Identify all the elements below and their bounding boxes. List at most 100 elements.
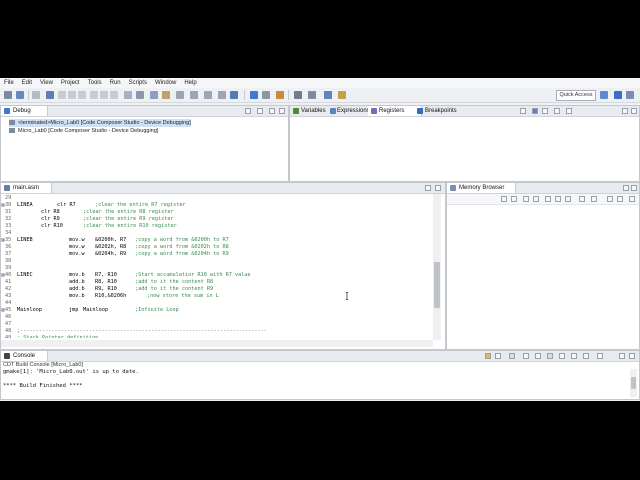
debug-session[interactable]: Micro_Lab0 [Code Composer Studio - Devic… xyxy=(9,127,158,135)
step-return-icon[interactable] xyxy=(110,91,118,99)
code-line[interactable]: 43 mov.b R10,&0206h ;now store the sum in L xyxy=(1,293,431,300)
open-type-icon[interactable] xyxy=(308,91,316,99)
maximize-icon[interactable] xyxy=(435,185,441,191)
copy-icon[interactable] xyxy=(559,353,565,359)
editor-scrollbar-thumb[interactable] xyxy=(434,262,440,308)
clear-console-icon[interactable] xyxy=(485,353,491,359)
connect-icon[interactable] xyxy=(150,91,158,99)
code-line[interactable]: 33 clr R10 ;clear the entire R10 register xyxy=(1,223,431,230)
minimize-icon[interactable] xyxy=(619,353,625,359)
debug-perspective-icon[interactable] xyxy=(614,91,622,99)
debug-session-terminated[interactable]: <terminated>Micro_Lab0 [Code Composer St… xyxy=(9,119,191,127)
code-editor[interactable]: 29 30 LINEA clr R7 ;clear the entire R7 regi… xyxy=(1,194,431,338)
collapse-all-icon[interactable] xyxy=(554,108,560,114)
view-menu-icon[interactable] xyxy=(591,196,597,202)
new-icon[interactable] xyxy=(4,91,12,99)
refresh-icon[interactable] xyxy=(230,91,238,99)
debug-dropdown-icon[interactable] xyxy=(262,91,270,99)
minimize-icon[interactable] xyxy=(269,108,275,114)
reset-icon[interactable] xyxy=(136,91,144,99)
build-icon[interactable] xyxy=(276,91,284,99)
menu-window[interactable]: Window xyxy=(151,80,180,86)
refresh-icon[interactable] xyxy=(579,196,585,202)
format-icon[interactable] xyxy=(542,108,548,114)
terminate-icon[interactable] xyxy=(78,91,86,99)
print-icon[interactable] xyxy=(32,91,40,99)
suspend-icon[interactable] xyxy=(68,91,76,99)
debug-config-icon[interactable] xyxy=(46,91,54,99)
word-wrap-icon[interactable] xyxy=(509,353,515,359)
step-over-icon[interactable] xyxy=(100,91,108,99)
load-memory-icon[interactable] xyxy=(555,196,561,202)
minimize-icon[interactable] xyxy=(623,185,629,191)
save-icon[interactable] xyxy=(16,91,24,99)
console-scrollbar-thumb[interactable] xyxy=(631,377,636,389)
new-group-icon[interactable] xyxy=(520,108,526,114)
maximize-icon[interactable] xyxy=(629,353,635,359)
code-line[interactable]: 35 LINEB mov.w &0200h, R7 ;copy a word from … xyxy=(1,237,431,244)
annotation-icon[interactable] xyxy=(338,91,346,99)
code-line[interactable]: 29 xyxy=(1,195,431,202)
quick-access-input[interactable]: Quick Access xyxy=(556,90,596,101)
export-dropdown-icon[interactable] xyxy=(533,196,539,202)
code-line[interactable]: 45 Mainloop jmp Mainloop ;Infinite Loop xyxy=(1,307,431,314)
menu-file[interactable]: File xyxy=(0,80,18,86)
code-line[interactable]: 48 ;-------------------------------------… xyxy=(1,328,431,335)
tab-expressions[interactable]: Expressions xyxy=(337,106,370,116)
console-scrollbar[interactable] xyxy=(630,369,637,397)
code-line[interactable]: 32 clr R9 ;clear the entire R9 register xyxy=(1,216,431,223)
code-line[interactable]: 41 add.b R8, R10 ;add to it the content R8 xyxy=(1,279,431,286)
layout-icon[interactable] xyxy=(532,108,538,114)
menu-run[interactable]: Run xyxy=(106,80,125,86)
edit-perspective-icon[interactable] xyxy=(626,91,634,99)
menu-scripts[interactable]: Scripts xyxy=(125,80,151,86)
code-line[interactable]: 49 ; Stack Pointer definition xyxy=(1,335,431,338)
menu-icon[interactable] xyxy=(617,196,623,202)
restart-icon[interactable] xyxy=(124,91,132,99)
tab-breakpoints[interactable]: Breakpoints xyxy=(425,106,457,116)
open-console-icon[interactable] xyxy=(597,353,603,359)
code-line[interactable]: 42 add.b R9, R10 ;add to it the content R9 xyxy=(1,286,431,293)
load-program-icon[interactable] xyxy=(162,91,170,99)
registers-icon[interactable] xyxy=(190,91,198,99)
minimize-icon[interactable] xyxy=(622,108,628,114)
pin-console-icon[interactable] xyxy=(523,353,529,359)
pin-icon[interactable] xyxy=(607,196,613,202)
code-line[interactable]: 30 LINEA clr R7 ;clear the entire R7 regist… xyxy=(1,202,431,209)
export-icon[interactable] xyxy=(523,196,529,202)
code-line[interactable]: 31 clr R8 ;clear the entire R8 register xyxy=(1,209,431,216)
tab-variables[interactable]: Variables xyxy=(301,106,326,116)
code-line[interactable]: 37 mov.w &0204h, R9 ;copy a word from &0204… xyxy=(1,251,431,258)
tab-debug[interactable]: Debug xyxy=(1,106,48,116)
code-line[interactable]: 34 xyxy=(1,230,431,237)
minimize-icon[interactable] xyxy=(425,185,431,191)
fill-memory-icon[interactable] xyxy=(565,196,571,202)
collapse-icon[interactable] xyxy=(245,108,251,114)
code-line[interactable]: 47 xyxy=(1,321,431,328)
perspective-icon[interactable] xyxy=(600,91,608,99)
search-icon[interactable] xyxy=(294,91,302,99)
scroll-lock-icon[interactable] xyxy=(495,353,501,359)
tab-main-asm[interactable]: main.asm xyxy=(1,183,52,193)
navigate-icon[interactable] xyxy=(324,91,332,99)
code-line[interactable]: 46 xyxy=(1,314,431,321)
editor-hscrollbar[interactable] xyxy=(1,340,433,347)
code-line[interactable]: 36 mov.w &0202h, R8 ;copy a word from &0202… xyxy=(1,244,431,251)
menu-tools[interactable]: Tools xyxy=(84,80,106,86)
editor-scrollbar[interactable] xyxy=(433,194,441,340)
new-tab-icon[interactable] xyxy=(501,196,507,202)
memory-icon[interactable] xyxy=(176,91,184,99)
display-console-icon[interactable] xyxy=(571,353,577,359)
menu-edit[interactable]: Edit xyxy=(18,80,36,86)
menu-help[interactable]: Help xyxy=(180,80,200,86)
code-line[interactable]: 40 LINEC mov.b R7, R10 ;Start accumulatior R… xyxy=(1,272,431,279)
view-menu-icon[interactable] xyxy=(257,108,263,114)
import-icon[interactable] xyxy=(511,196,517,202)
new-console-icon[interactable] xyxy=(583,353,589,359)
menu-project[interactable]: Project xyxy=(57,80,84,86)
show-on-output-icon[interactable] xyxy=(535,353,541,359)
resume-icon[interactable] xyxy=(58,91,66,99)
tab-console[interactable]: Console xyxy=(1,351,48,361)
code-line[interactable]: 38 xyxy=(1,258,431,265)
debug-icon[interactable] xyxy=(250,91,258,99)
